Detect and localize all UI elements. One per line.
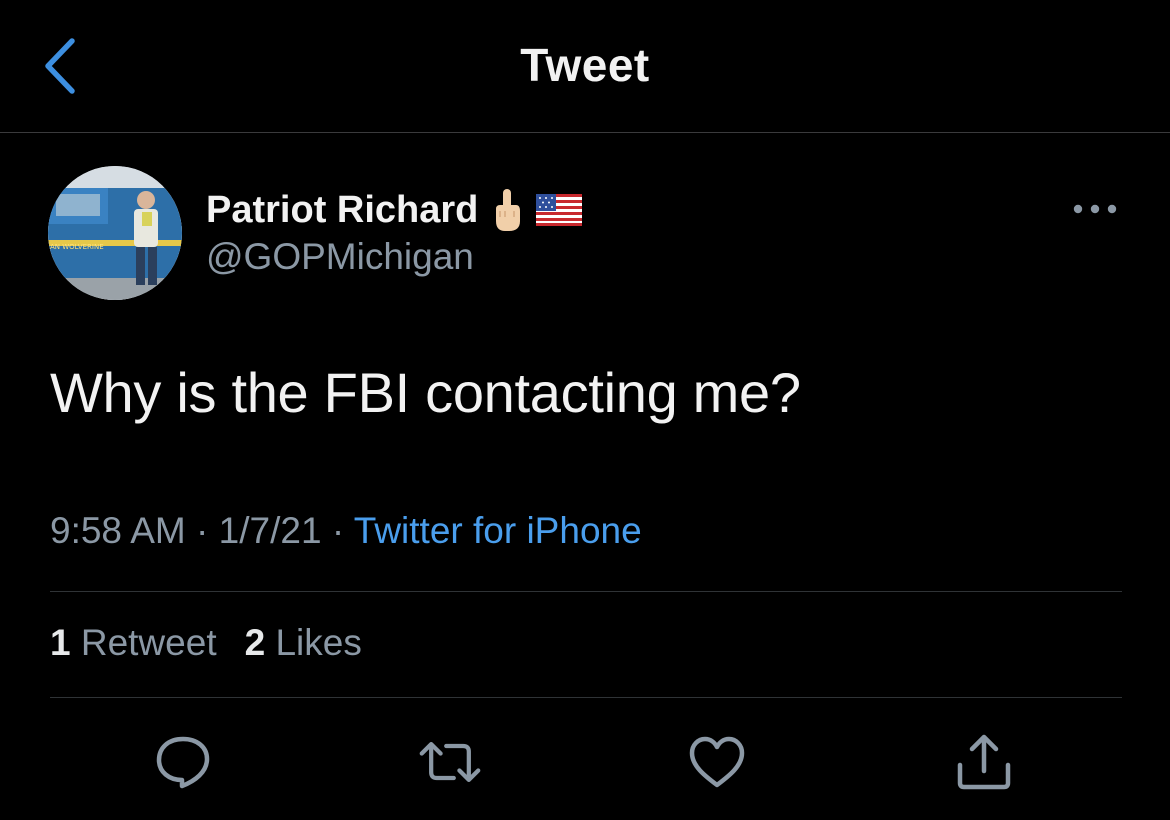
display-name: Patriot Richard <box>206 188 479 231</box>
nav-bar: Tweet <box>0 0 1170 133</box>
retweets-stat[interactable]: 1 Retweet <box>50 622 217 664</box>
retweet-button[interactable] <box>418 730 482 794</box>
page-title: Tweet <box>520 39 650 91</box>
share-button[interactable] <box>952 730 1016 794</box>
avatar-photo: AN WOLVERINE <box>48 166 182 300</box>
tweet-date: 1/7/21 <box>218 510 322 551</box>
tweet-stats: 1 Retweet 2 Likes <box>50 622 362 664</box>
us-flag-emoji-icon <box>536 194 583 226</box>
like-button[interactable] <box>685 730 749 794</box>
meta-separator: · <box>196 510 209 551</box>
divider <box>50 697 1122 698</box>
like-count: 2 <box>244 622 266 663</box>
reply-icon <box>156 736 210 789</box>
retweet-label: Retweet <box>80 622 217 663</box>
author-name-row[interactable]: Patriot Richard <box>206 184 583 236</box>
like-icon <box>689 736 745 788</box>
meta-separator: · <box>331 510 345 551</box>
tweet-detail-screen: Tweet AN WOLVERINE Patriot Richard @GOPM… <box>0 0 1170 820</box>
retweet-icon <box>419 742 481 782</box>
divider <box>50 591 1122 592</box>
retweet-count: 1 <box>50 622 71 663</box>
author-handle[interactable]: @GOPMichigan <box>206 236 474 278</box>
more-options-button[interactable] <box>1070 194 1120 224</box>
avatar[interactable]: AN WOLVERINE <box>48 166 182 300</box>
likes-stat[interactable]: 2 Likes <box>245 622 362 664</box>
middle-finger-emoji-icon <box>492 187 522 233</box>
tweet-time: 9:58 AM <box>50 510 186 551</box>
like-label: Likes <box>275 622 362 663</box>
tweet-meta: 9:58 AM · 1/7/21 · Twitter for iPhone <box>50 510 642 552</box>
share-icon <box>957 734 1011 790</box>
tweet-source-link[interactable]: Twitter for iPhone <box>354 510 642 551</box>
svg-text:AN WOLVERINE: AN WOLVERINE <box>50 243 104 251</box>
more-horizontal-icon <box>1073 204 1117 214</box>
reply-button[interactable] <box>151 730 215 794</box>
tweet-text: Why is the FBI contacting me? <box>50 361 801 424</box>
